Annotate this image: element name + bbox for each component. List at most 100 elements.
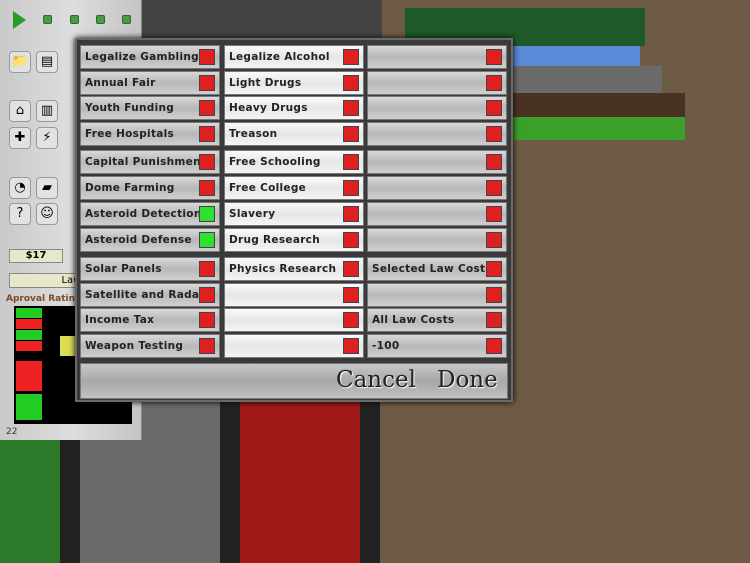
law-label: Income Tax xyxy=(85,314,155,326)
law-item[interactable]: Solar Panels xyxy=(80,257,220,281)
law-item[interactable]: Light Drugs xyxy=(224,71,364,95)
law-checkbox[interactable] xyxy=(343,49,359,65)
law-item[interactable]: Income Tax xyxy=(80,308,220,332)
law-item[interactable] xyxy=(367,122,507,146)
law-checkbox[interactable] xyxy=(343,206,359,222)
law-checkbox[interactable] xyxy=(486,100,502,116)
law-item[interactable]: Heavy Drugs xyxy=(224,96,364,120)
law-checkbox[interactable] xyxy=(343,154,359,170)
law-item[interactable]: Legalize Gambling xyxy=(80,45,220,69)
law-checkbox[interactable] xyxy=(343,338,359,354)
law-item[interactable] xyxy=(224,283,364,307)
law-item[interactable]: All Law Costs xyxy=(367,308,507,332)
law-item[interactable] xyxy=(367,71,507,95)
law-checkbox[interactable] xyxy=(486,49,502,65)
cancel-button[interactable]: Cancel xyxy=(336,367,416,393)
law-item[interactable]: Physics Research xyxy=(224,257,364,281)
law-checkbox[interactable] xyxy=(199,287,215,303)
laws-dialog: Cancel Done Legalize Gambling Annual Fair… xyxy=(75,38,513,402)
medical-icon[interactable]: ✚ xyxy=(9,127,31,149)
law-item[interactable]: Asteroid Defense xyxy=(80,228,220,252)
law-label: Annual Fair xyxy=(85,77,156,89)
law-item[interactable]: Free Hospitals xyxy=(80,122,220,146)
done-button[interactable]: Done xyxy=(437,367,498,393)
law-item[interactable] xyxy=(224,308,364,332)
speed-dot-icon[interactable] xyxy=(43,15,52,24)
law-checkbox[interactable] xyxy=(486,180,502,196)
law-checkbox[interactable] xyxy=(199,75,215,91)
law-item[interactable] xyxy=(367,45,507,69)
law-item[interactable]: Slavery xyxy=(224,202,364,226)
law-label: Legalize Gambling xyxy=(85,51,199,63)
law-checkbox[interactable] xyxy=(486,338,502,354)
law-checkbox[interactable] xyxy=(199,154,215,170)
law-checkbox[interactable] xyxy=(199,126,215,142)
law-checkbox[interactable] xyxy=(199,206,215,222)
law-checkbox[interactable] xyxy=(343,287,359,303)
law-item[interactable] xyxy=(367,283,507,307)
law-checkbox[interactable] xyxy=(343,232,359,248)
house-icon[interactable]: ⌂ xyxy=(9,100,31,122)
law-label: Legalize Alcohol xyxy=(229,51,330,63)
law-item[interactable]: Treason xyxy=(224,122,364,146)
law-item[interactable]: -100 xyxy=(367,334,507,358)
law-label: -100 xyxy=(372,340,400,352)
law-checkbox[interactable] xyxy=(486,312,502,328)
graph-count: 22 xyxy=(6,427,18,437)
law-checkbox[interactable] xyxy=(343,100,359,116)
law-label: Free College xyxy=(229,182,307,194)
law-item[interactable] xyxy=(367,228,507,252)
law-checkbox[interactable] xyxy=(486,75,502,91)
law-checkbox[interactable] xyxy=(199,338,215,354)
law-checkbox[interactable] xyxy=(199,261,215,277)
money-icon[interactable]: ▰ xyxy=(36,177,58,199)
play-button[interactable] xyxy=(13,11,26,29)
law-checkbox[interactable] xyxy=(343,261,359,277)
law-label: Solar Panels xyxy=(85,263,162,275)
power-icon[interactable]: ⚡ xyxy=(36,127,58,149)
law-checkbox[interactable] xyxy=(199,232,215,248)
law-item[interactable]: Capital Punishment xyxy=(80,150,220,174)
law-item[interactable] xyxy=(367,150,507,174)
law-checkbox[interactable] xyxy=(199,312,215,328)
law-item[interactable]: Annual Fair xyxy=(80,71,220,95)
law-checkbox[interactable] xyxy=(199,49,215,65)
law-checkbox[interactable] xyxy=(486,232,502,248)
law-item[interactable]: Legalize Alcohol xyxy=(224,45,364,69)
speed-dot-icon[interactable] xyxy=(96,15,105,24)
law-item[interactable]: Free College xyxy=(224,176,364,200)
law-checkbox[interactable] xyxy=(343,312,359,328)
law-item[interactable]: Selected Law Cost xyxy=(367,257,507,281)
law-item[interactable] xyxy=(367,202,507,226)
law-item[interactable] xyxy=(367,96,507,120)
law-item[interactable]: Youth Funding xyxy=(80,96,220,120)
help-icon[interactable]: ? xyxy=(9,203,31,225)
law-item[interactable] xyxy=(224,334,364,358)
building-icon[interactable]: ▥ xyxy=(36,100,58,122)
law-item[interactable]: Drug Research xyxy=(224,228,364,252)
speed-dot-icon[interactable] xyxy=(70,15,79,24)
people-icon[interactable]: ☺ xyxy=(36,203,58,225)
law-item[interactable]: Satellite and Radar xyxy=(80,283,220,307)
law-checkbox[interactable] xyxy=(343,126,359,142)
law-checkbox[interactable] xyxy=(486,126,502,142)
speed-dot-icon[interactable] xyxy=(122,15,131,24)
law-checkbox[interactable] xyxy=(486,154,502,170)
law-item[interactable]: Asteroid Detection xyxy=(80,202,220,226)
file-icon[interactable]: 📁 xyxy=(9,51,31,73)
law-checkbox[interactable] xyxy=(343,180,359,196)
law-checkbox[interactable] xyxy=(486,261,502,277)
law-item[interactable] xyxy=(367,176,507,200)
law-checkbox[interactable] xyxy=(343,75,359,91)
law-item[interactable]: Free Schooling xyxy=(224,150,364,174)
law-checkbox[interactable] xyxy=(486,287,502,303)
window-icon[interactable]: ▤ xyxy=(36,51,58,73)
law-checkbox[interactable] xyxy=(199,180,215,196)
satellite-icon[interactable]: ◔ xyxy=(9,177,31,199)
law-label: Youth Funding xyxy=(85,102,175,114)
law-item[interactable]: Weapon Testing xyxy=(80,334,220,358)
law-item[interactable]: Dome Farming xyxy=(80,176,220,200)
law-checkbox[interactable] xyxy=(199,100,215,116)
law-label: Selected Law Cost xyxy=(372,263,486,275)
law-checkbox[interactable] xyxy=(486,206,502,222)
